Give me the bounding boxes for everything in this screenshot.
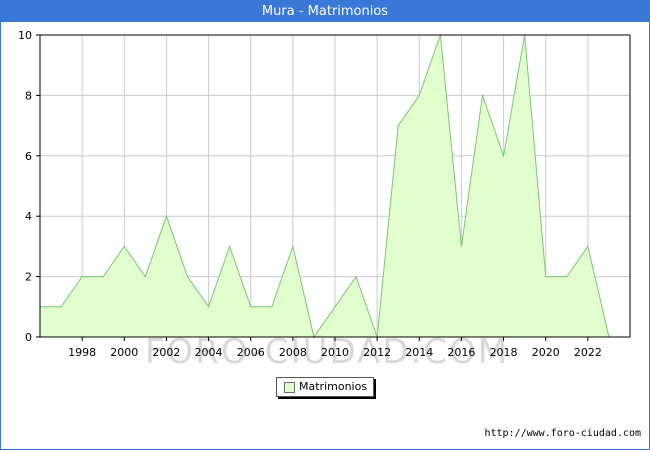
data-point — [60, 306, 62, 308]
y-tick-label: 6 — [25, 150, 32, 163]
data-point — [165, 215, 168, 217]
data-point — [292, 245, 294, 247]
data-point — [207, 306, 210, 308]
data-point — [271, 306, 273, 308]
y-tick-label: 8 — [25, 89, 32, 102]
data-point — [81, 276, 83, 278]
data-point — [102, 276, 104, 278]
y-tick-label: 2 — [25, 271, 32, 284]
x-tick-label: 2014 — [405, 346, 433, 359]
data-point — [144, 276, 146, 278]
x-tick-label: 2006 — [237, 346, 265, 359]
data-point — [566, 276, 568, 278]
data-point — [545, 276, 547, 278]
data-point — [123, 245, 125, 247]
x-tick-label: 2020 — [532, 346, 560, 359]
data-point — [229, 245, 231, 247]
x-tick-label: 2010 — [321, 346, 349, 359]
data-point — [587, 245, 589, 247]
x-tick-label: 2000 — [110, 346, 138, 359]
data-point — [397, 125, 399, 127]
data-point — [502, 155, 505, 157]
x-tick-label: 2012 — [363, 346, 391, 359]
legend: Matrimonios — [276, 377, 374, 397]
data-point — [418, 94, 420, 96]
x-tick-label: 2004 — [195, 346, 223, 359]
data-point — [334, 306, 336, 308]
data-point — [250, 306, 252, 308]
data-point — [460, 245, 463, 247]
x-tick-label: 2008 — [279, 346, 307, 359]
data-point — [355, 276, 357, 278]
x-tick-label: 1998 — [68, 346, 96, 359]
y-tick-label: 4 — [25, 210, 32, 223]
series-area — [39, 34, 610, 339]
y-tick-label: 0 — [25, 331, 32, 344]
data-point — [186, 276, 189, 278]
x-tick-label: 2018 — [490, 346, 518, 359]
legend-label: Matrimonios — [299, 380, 368, 393]
x-tick-label: 2002 — [152, 346, 180, 359]
legend-swatch — [284, 382, 295, 393]
data-point — [481, 94, 484, 96]
x-tick-label: 2016 — [447, 346, 475, 359]
source-url[interactable]: http://www.foro-ciudad.com — [484, 428, 641, 439]
area-fill — [40, 35, 609, 337]
y-tick-label: 10 — [18, 29, 32, 42]
y-axis: 0 2 4 6 8 10 — [18, 29, 40, 344]
x-tick-label: 2022 — [574, 346, 602, 359]
